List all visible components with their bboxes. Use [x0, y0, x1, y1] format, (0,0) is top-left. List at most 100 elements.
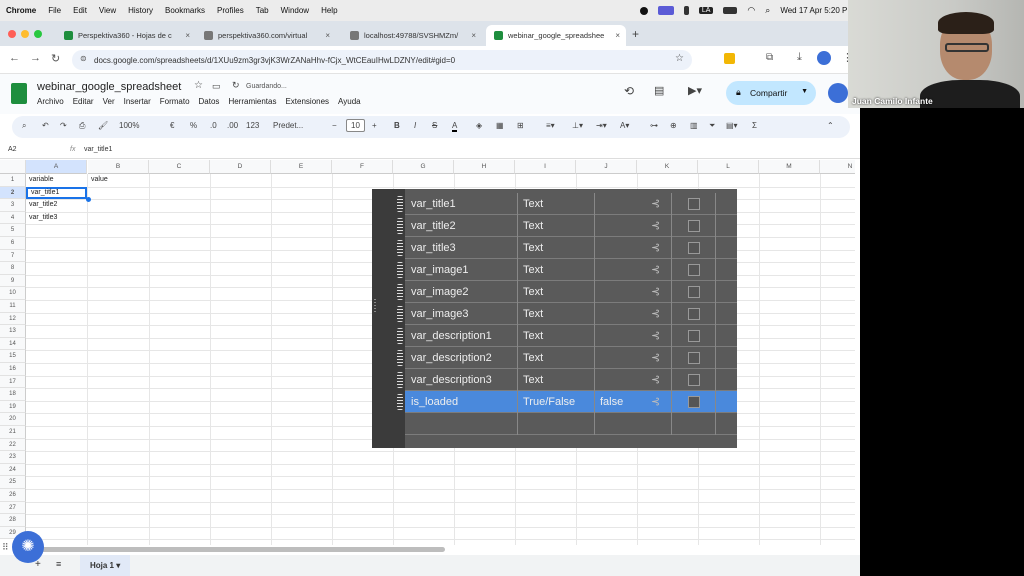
filter-icon[interactable]: ⏷ — [709, 121, 715, 131]
column-header[interactable]: F — [332, 160, 393, 174]
decrease-decimals-button[interactable]: .0 — [210, 121, 217, 130]
text-color-icon[interactable]: A — [452, 121, 458, 132]
doc-title[interactable]: webinar_google_spreadsheet — [37, 81, 181, 93]
merge-icon[interactable]: ⊞ — [517, 121, 524, 130]
row-header[interactable]: 5 — [0, 224, 26, 237]
forward-icon[interactable]: → — [30, 52, 41, 64]
variable-name[interactable]: var_image2 — [405, 281, 517, 303]
valign-icon[interactable]: ⊥▾ — [572, 121, 583, 130]
variable-name[interactable]: var_title3 — [405, 237, 517, 259]
filter-views-icon[interactable]: ▤▾ — [726, 121, 738, 130]
row-header[interactable]: 14 — [0, 337, 26, 351]
drag-handle-icon[interactable] — [397, 394, 403, 410]
variable-row[interactable]: var_description1 Text ⊰ — [397, 325, 737, 347]
fill-handle[interactable] — [86, 197, 91, 202]
variable-type[interactable]: Text — [517, 193, 594, 215]
browser-tab[interactable]: Perspektiva360 - Hojas de c × — [56, 25, 196, 46]
row-header[interactable]: 2 — [0, 186, 26, 200]
mac-menu-tab[interactable]: Tab — [256, 6, 269, 15]
font-size-increase[interactable]: + — [372, 121, 377, 130]
variable-type[interactable]: True/False — [517, 391, 594, 413]
drag-handle-icon[interactable] — [397, 240, 403, 256]
collapse-toolbar-icon[interactable]: ⌃ — [827, 121, 834, 130]
variable-type[interactable]: Text — [517, 347, 594, 369]
column-header[interactable]: H — [454, 160, 515, 174]
connect-icon[interactable]: ⊰ — [651, 308, 660, 320]
row-header[interactable]: 4 — [0, 211, 26, 225]
variable-type[interactable]: Text — [517, 303, 594, 325]
drag-handle-icon[interactable] — [397, 328, 403, 344]
cell-a1[interactable]: variable — [26, 174, 87, 187]
variable-name[interactable]: var_title2 — [405, 215, 517, 237]
cell-b1[interactable]: value — [88, 174, 149, 187]
column-header[interactable]: J — [576, 160, 637, 174]
profile-avatar[interactable] — [817, 51, 831, 65]
connect-icon[interactable]: ⊰ — [651, 242, 660, 254]
row-header[interactable]: 25 — [0, 476, 26, 489]
row-header[interactable]: 1 — [0, 174, 26, 187]
connect-icon[interactable]: ⊰ — [651, 374, 660, 386]
column-header[interactable]: L — [698, 160, 759, 174]
drag-dots-icon[interactable]: ⠿ — [2, 542, 9, 553]
extension-icon[interactable] — [724, 53, 735, 64]
drag-handle-icon[interactable] — [397, 262, 403, 278]
variable-type[interactable]: Text — [517, 281, 594, 303]
row-header[interactable]: 9 — [0, 274, 26, 288]
row-header[interactable]: 13 — [0, 325, 26, 338]
drag-handle-icon[interactable] — [397, 350, 403, 366]
drag-handle-icon[interactable] — [397, 372, 403, 388]
mac-menu-history[interactable]: History — [128, 6, 153, 15]
row-header[interactable]: 10 — [0, 287, 26, 300]
name-box[interactable]: A2 — [8, 146, 17, 153]
drag-handle-icon[interactable] — [397, 196, 403, 212]
sheet-tab[interactable]: Hoja 1 ▾ — [80, 555, 131, 576]
column-header[interactable]: M — [759, 160, 820, 174]
row-header[interactable]: 7 — [0, 249, 26, 263]
sheets-menu-editar[interactable]: Editar — [73, 97, 94, 106]
row-header[interactable]: 6 — [0, 237, 26, 250]
column-header[interactable]: N — [820, 160, 855, 174]
variable-type[interactable]: Text — [517, 237, 594, 259]
rotate-icon[interactable]: A▾ — [620, 121, 629, 130]
row-checkbox[interactable] — [688, 374, 700, 386]
column-header[interactable]: B — [88, 160, 149, 174]
row-checkbox[interactable] — [688, 352, 700, 364]
all-sheets-icon[interactable]: ≡ — [56, 559, 61, 569]
strikethrough-icon[interactable]: S — [432, 121, 437, 130]
align-icon[interactable]: ≡▾ — [546, 121, 555, 130]
link-icon[interactable]: ⊶ — [650, 121, 658, 130]
row-checkbox[interactable] — [688, 396, 700, 408]
mac-menu-help[interactable]: Help — [321, 6, 337, 15]
row-header[interactable]: 24 — [0, 463, 26, 477]
variable-type[interactable]: Text — [517, 369, 594, 391]
row-checkbox[interactable] — [688, 242, 700, 254]
search-menus-icon[interactable]: ⌕ — [22, 121, 26, 131]
browser-tab[interactable]: perspektiva360.com/virtual × — [196, 25, 336, 46]
row-checkbox[interactable] — [688, 220, 700, 232]
sheets-menu-archivo[interactable]: Archivo — [37, 97, 64, 106]
browser-tab[interactable]: localhost:49788/SVSHMZm/ × — [342, 25, 482, 46]
back-icon[interactable]: ← — [9, 52, 20, 64]
row-checkbox[interactable] — [688, 264, 700, 276]
drag-handle-icon[interactable] — [397, 218, 403, 234]
variable-row[interactable]: var_title1 Text ⊰ — [397, 193, 737, 215]
variable-row[interactable]: is_loaded True/False false ⊰ — [397, 391, 737, 413]
column-header[interactable]: A — [26, 160, 87, 174]
row-header[interactable]: 20 — [0, 413, 26, 426]
cell-a2[interactable]: var_title1 — [26, 186, 87, 200]
variable-name[interactable]: is_loaded — [405, 391, 517, 413]
variable-name[interactable]: var_description1 — [405, 325, 517, 347]
variable-type[interactable]: Text — [517, 259, 594, 281]
variable-row[interactable]: var_description2 Text ⊰ — [397, 347, 737, 369]
row-header[interactable]: 12 — [0, 312, 26, 326]
redo-icon[interactable]: ↷ — [60, 121, 67, 130]
sheets-menu-ver[interactable]: Ver — [103, 97, 115, 106]
row-header[interactable]: 21 — [0, 426, 26, 439]
bluetooth-icon[interactable] — [683, 6, 689, 15]
row-header[interactable]: 27 — [0, 501, 26, 515]
panel-resize-handle[interactable] — [374, 299, 376, 313]
row-header[interactable]: 8 — [0, 262, 26, 275]
row-checkbox[interactable] — [688, 330, 700, 342]
row-header[interactable]: 17 — [0, 375, 26, 389]
star-icon[interactable]: ☆ — [194, 80, 203, 91]
